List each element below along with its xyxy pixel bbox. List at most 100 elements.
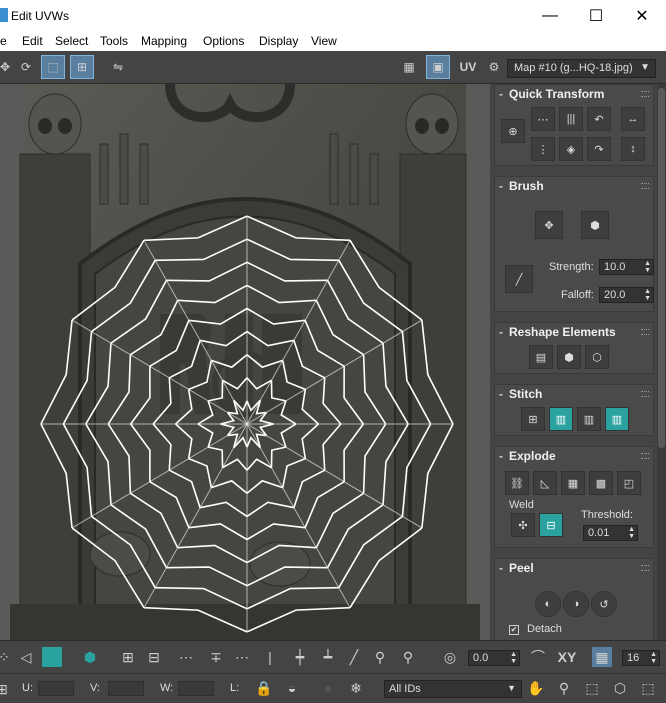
- show-map-icon[interactable]: ▣: [426, 55, 450, 79]
- uv-web-segment[interactable]: [315, 299, 365, 356]
- weld-selected-icon[interactable]: ✣: [511, 513, 535, 537]
- relax-brush-icon[interactable]: ⬢: [581, 211, 609, 239]
- uv-web-segment[interactable]: [343, 423, 364, 482]
- rotate-icon[interactable]: ⟳: [15, 56, 37, 78]
- uv-web-segment[interactable]: [177, 544, 248, 564]
- uv-web-segment[interactable]: [304, 481, 345, 528]
- uv-web-segment[interactable]: [401, 331, 432, 425]
- paint-grow-icon[interactable]: ⚲: [370, 647, 390, 667]
- menu-tools[interactable]: Tools: [100, 34, 128, 48]
- uv-web-segment[interactable]: [197, 423, 214, 448]
- stitch-custom-icon[interactable]: ⊞: [521, 407, 545, 431]
- uv-web-segment[interactable]: [362, 354, 387, 425]
- uv-web-segment[interactable]: [207, 380, 224, 402]
- uv-web-segment[interactable]: [304, 320, 345, 367]
- pan-hand-icon[interactable]: ✋: [526, 678, 546, 698]
- uv-web-segment[interactable]: [293, 340, 326, 379]
- ring-icon[interactable]: |: [260, 647, 280, 667]
- checker-icon[interactable]: ▦: [398, 56, 420, 78]
- zoom-selected-icon[interactable]: ⬚: [638, 678, 658, 698]
- uv-web-segment[interactable]: [258, 423, 274, 437]
- soft-select-curve-icon[interactable]: ⌒: [528, 647, 548, 667]
- align-y-icon[interactable]: ↕: [621, 137, 645, 161]
- uv-web-segment[interactable]: [246, 238, 339, 262]
- grow-selection-icon[interactable]: ⊞: [118, 647, 138, 667]
- uv-web-segment[interactable]: [349, 239, 423, 321]
- detach-edge-icon[interactable]: ◺: [533, 471, 557, 495]
- ring-shrink-icon[interactable]: ┷: [318, 647, 338, 667]
- map-select[interactable]: Map #10 (g...HQ-18.jpg) ▼: [507, 59, 656, 78]
- uv-web-segment[interactable]: [155, 586, 248, 610]
- uv-web-segment[interactable]: [40, 319, 73, 425]
- uv-web-segment[interactable]: [301, 389, 319, 425]
- weld-target-icon[interactable]: ⊟: [539, 513, 563, 537]
- scrollbar-thumb[interactable]: [658, 88, 665, 448]
- uv-web-segment[interactable]: [270, 380, 287, 402]
- xy-toggle[interactable]: XY: [554, 647, 580, 667]
- uv-web-spoke[interactable]: [143, 423, 248, 608]
- uv-web-segment[interactable]: [152, 377, 172, 425]
- uv-web-segment[interactable]: [149, 481, 190, 528]
- smoothing-flatten-icon[interactable]: ▩: [589, 471, 613, 495]
- uv-web-segment[interactable]: [143, 215, 248, 242]
- uv-web-segment[interactable]: [246, 501, 295, 518]
- uv-web-segment[interactable]: [129, 299, 179, 356]
- uv-web-segment[interactable]: [40, 423, 73, 529]
- uv-web-segment[interactable]: [71, 527, 145, 609]
- uv-web-segment[interactable]: [71, 239, 145, 321]
- uv-web-segment[interactable]: [421, 319, 454, 425]
- freeze-icon[interactable]: ❄: [346, 678, 366, 698]
- material-flatten-icon[interactable]: ◰: [617, 471, 641, 495]
- threshold-spinner[interactable]: 0.01 ▲ ▼: [583, 525, 638, 541]
- uv-web-segment[interactable]: [62, 423, 93, 517]
- uv-web-segment[interactable]: [155, 238, 248, 262]
- shrink-selection-icon[interactable]: ⊟: [144, 647, 164, 667]
- loop-icon[interactable]: ⋯: [176, 647, 196, 667]
- uv-web-segment[interactable]: [246, 307, 306, 325]
- uv-web-segment[interactable]: [166, 261, 248, 282]
- uv-web-segment[interactable]: [220, 411, 236, 425]
- u-field[interactable]: [38, 681, 74, 696]
- map-options-icon[interactable]: ⚙: [483, 56, 505, 78]
- paint-select-icon[interactable]: ╱: [344, 647, 364, 667]
- menu-mapping[interactable]: Mapping: [141, 34, 187, 48]
- edge-mode-icon[interactable]: ◁: [16, 647, 36, 667]
- break-icon[interactable]: ⛓: [505, 471, 529, 495]
- uv-web-segment[interactable]: [421, 423, 454, 529]
- grid-spinner[interactable]: 16 ▲ ▼: [622, 650, 660, 666]
- uv-web-segment[interactable]: [258, 411, 274, 425]
- uv-web-segment[interactable]: [199, 330, 248, 347]
- uv-web-segment[interactable]: [130, 366, 151, 425]
- uv-web-segment[interactable]: [175, 423, 193, 459]
- uv-web-segment[interactable]: [188, 523, 248, 541]
- falloff-spinner[interactable]: 20.0 ▲ ▼: [599, 287, 654, 303]
- uv-web-segment[interactable]: [168, 340, 201, 379]
- uv-web-segment[interactable]: [270, 446, 287, 468]
- uv-web-segment[interactable]: [199, 501, 248, 518]
- relax-icon[interactable]: ⬢: [557, 345, 581, 369]
- peel-mode-icon[interactable]: ◑: [563, 591, 589, 617]
- uv-web-segment[interactable]: [220, 423, 236, 437]
- uv-web-segment[interactable]: [207, 446, 224, 468]
- hide-icon[interactable]: ◒: [282, 678, 302, 698]
- align-center-icon[interactable]: ⊕: [501, 119, 525, 143]
- align-x-icon[interactable]: ↔: [621, 107, 645, 131]
- pivot-icon[interactable]: ◎: [440, 647, 460, 667]
- reset-peel-icon[interactable]: ↺: [591, 591, 617, 617]
- uv-web-segment[interactable]: [246, 544, 317, 564]
- lock-icon[interactable]: 🔒: [254, 678, 274, 698]
- uv-web-spoke[interactable]: [246, 240, 351, 425]
- quick-transform-header[interactable]: - Quick Transform: [495, 85, 653, 103]
- loop-grow-icon[interactable]: ∓: [206, 647, 226, 667]
- v-field[interactable]: [108, 681, 144, 696]
- uv-web-segment[interactable]: [246, 215, 351, 242]
- paint-move-icon[interactable]: ✥: [535, 211, 563, 239]
- material-ids-select[interactable]: All IDs ▼: [384, 680, 522, 698]
- move-icon[interactable]: ✥: [0, 56, 16, 78]
- uv-viewport[interactable]: [0, 84, 490, 640]
- uv-web-segment[interactable]: [293, 469, 326, 508]
- uv-web-segment[interactable]: [149, 320, 190, 367]
- zoom-extents-icon[interactable]: ⬡: [610, 678, 630, 698]
- uv-web-segment[interactable]: [301, 423, 319, 459]
- uv-web-segment[interactable]: [175, 389, 193, 425]
